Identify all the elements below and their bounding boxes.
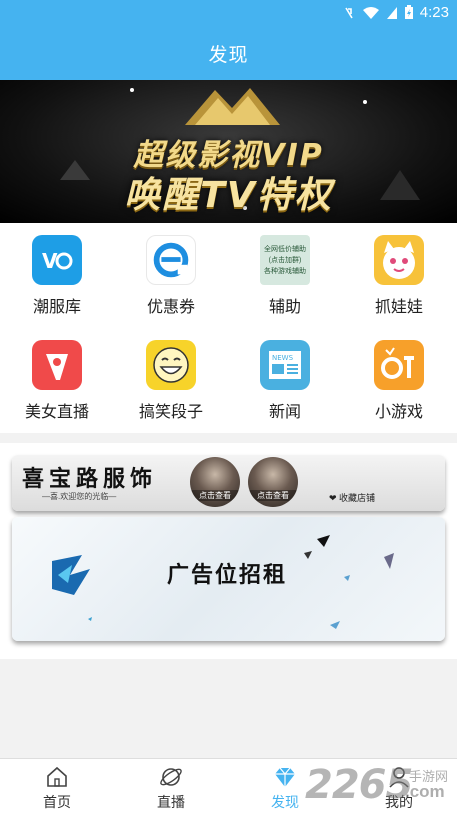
live-stream-icon: [32, 340, 82, 390]
svg-text:NEWS: NEWS: [272, 354, 294, 362]
shop-view-button: 点击查看: [248, 490, 298, 501]
vcode-app-icon: V: [32, 235, 82, 285]
grid-item-coupon[interactable]: 优惠券: [114, 223, 228, 328]
bottom-nav: 首页 直播 发现 我的: [0, 758, 457, 814]
mini-game-icon: [374, 340, 424, 390]
grid-item-label: 抓娃娃: [374, 299, 423, 316]
shop-favorite[interactable]: ❤ 收藏店铺: [329, 491, 375, 504]
grid-item-label: 搞笑段子: [138, 404, 203, 421]
nav-home[interactable]: 首页: [0, 759, 114, 814]
diamond-icon: [275, 767, 295, 787]
battery-icon: [404, 5, 413, 19]
ad-space-text: 广告位招租: [167, 562, 288, 587]
ad-space-banner[interactable]: 广告位招租: [12, 517, 445, 641]
signal-icon: [386, 6, 397, 19]
discover-grid: V 潮服库 优惠券 全网低价辅助 (点击加群) 各种游戏辅助 辅助 抓娃娃 美女…: [0, 223, 457, 433]
shop-model-avatar[interactable]: 点击查看: [190, 457, 240, 507]
nav-me[interactable]: 我的: [342, 759, 456, 814]
grid-item-news[interactable]: NEWS 新闻: [228, 328, 342, 433]
laughing-face-icon: [146, 340, 196, 390]
grid-item-claw[interactable]: 抓娃娃: [342, 223, 456, 328]
nav-label: 我的: [385, 794, 413, 810]
coupon-e-icon: [146, 235, 196, 285]
grid-item-label: 小游戏: [374, 404, 423, 421]
home-icon: [47, 766, 67, 787]
status-time: 4:23: [419, 4, 449, 21]
shop-model-avatar[interactable]: 点击查看: [248, 457, 298, 507]
nav-label: 发现: [271, 794, 299, 810]
vibrate-off-icon: [345, 7, 353, 18]
vip-banner[interactable]: 超级影视VIP 唤醒TV特权: [0, 80, 457, 223]
page-title: 发现: [208, 44, 249, 66]
grid-item-helper[interactable]: 全网低价辅助 (点击加群) 各种游戏辅助 辅助: [228, 223, 342, 328]
grid-item-label: 优惠券: [146, 299, 195, 316]
nav-label: 首页: [43, 794, 71, 810]
status-icons: 4:23: [342, 4, 449, 21]
title-bar: 发现: [0, 26, 457, 80]
wifi-icon: [362, 6, 379, 19]
grid-item-live[interactable]: 美女直播: [0, 328, 114, 433]
news-icon: NEWS: [260, 340, 310, 390]
grid-item-label: 辅助: [268, 299, 301, 316]
nav-live[interactable]: 直播: [114, 759, 228, 814]
nav-label: 直播: [157, 794, 185, 810]
user-icon: [389, 767, 409, 788]
grid-item-chaofuku[interactable]: V 潮服库: [0, 223, 114, 328]
ads-section: 喜宝路服饰 —喜.欢迎您的光临— 点击查看 点击查看 ❤ 收藏店铺 广告位招租: [0, 443, 457, 659]
shop-banner[interactable]: 喜宝路服饰 —喜.欢迎您的光临— 点击查看 点击查看 ❤ 收藏店铺: [12, 455, 445, 511]
shop-view-button: 点击查看: [190, 490, 240, 501]
cat-claw-icon: [374, 235, 424, 285]
grid-item-label: 美女直播: [24, 404, 89, 421]
grid-item-minigame[interactable]: 小游戏: [342, 328, 456, 433]
planet-icon: [160, 768, 182, 786]
grid-item-jokes[interactable]: 搞笑段子: [114, 328, 228, 433]
status-bar: 4:23: [0, 0, 457, 26]
shop-slogan: —喜.欢迎您的光临—: [42, 492, 117, 501]
shop-name: 喜宝路服饰: [22, 466, 158, 492]
nav-discover[interactable]: 发现: [228, 759, 342, 814]
grid-item-label: 新闻: [268, 404, 301, 421]
banner-subheadline: 唤醒TV特权: [124, 175, 333, 216]
helper-group-icon: 全网低价辅助 (点击加群) 各种游戏辅助: [260, 235, 310, 285]
grid-item-label: 潮服库: [32, 299, 81, 316]
